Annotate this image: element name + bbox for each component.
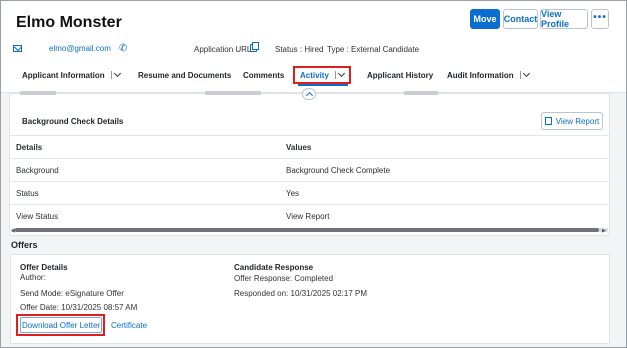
table-cell: Background [16,166,59,175]
scrollbar-thumb[interactable] [15,228,599,232]
table-cell: Background Check Complete [286,166,391,175]
offer-author: Author: [20,273,46,282]
table-cell: View Status [16,212,59,221]
view-report-button[interactable]: View Report [541,112,603,130]
offer-response: Offer Response: Completed [234,274,334,283]
clipped-text [404,91,438,95]
application-url-label: Application URL [194,45,252,54]
view-profile-button[interactable]: View Profile [540,9,588,29]
tab-applicant-history[interactable]: Applicant History [367,71,433,80]
table-cell: View Report [286,212,330,221]
highlight-box-activity [293,66,351,84]
column-header-values: Values [286,143,312,152]
responded-on: Responded on: 10/31/2025 02:17 PM [234,289,367,298]
background-check-title: Background Check Details [22,117,124,126]
status-text: Status : Hired [275,45,324,54]
type-text: Type : External Candidate [327,45,420,54]
table-row: Status Yes [10,181,609,204]
clipped-text [205,91,261,95]
offer-date: Offer Date: 10/31/2025 08:57 AM [20,303,138,312]
tab-comments[interactable]: Comments [243,71,284,80]
tab-label: Applicant Information [22,71,105,80]
scroll-left-icon[interactable]: ◀ [11,228,15,234]
candidate-response-heading: Candidate Response [234,263,314,272]
tab-audit-information[interactable]: Audit Information [447,69,530,80]
column-header-details: Details [16,143,43,152]
table-header-row: Details Values [10,135,609,158]
table-cell: Yes [286,189,300,198]
active-tab-indicator [298,84,348,86]
table-row: View Status View Report [10,204,609,227]
email-link[interactable]: elmo@gmail.com [49,44,111,53]
tab-label: Resume and Documents [138,71,232,80]
more-actions-button[interactable]: ••• [591,9,609,29]
mail-icon [13,45,22,52]
table-cell: Status [16,189,39,198]
more-icon: ••• [593,11,607,23]
chevron-down-icon [522,69,530,78]
offer-send-mode: Send Mode: eSignature Offer [20,289,124,298]
certificate-link[interactable]: Certificate [111,321,147,330]
contact-button[interactable]: Contact [503,9,538,29]
chevron-down-icon [113,69,121,78]
collapse-chevron-up-icon[interactable] [302,88,316,100]
candidate-name: Elmo Monster [16,14,122,31]
tab-label: Applicant History [367,71,434,80]
scroll-right-icon[interactable]: ▶ [602,228,606,234]
report-icon [544,117,552,125]
tab-applicant-information[interactable]: Applicant Information [22,69,121,80]
copy-icon[interactable] [250,42,259,52]
offers-section-title: Offers [11,240,38,250]
tab-resume-and-documents[interactable]: Resume and Documents [138,71,231,80]
highlight-box-download [16,314,105,336]
move-button[interactable]: Move [470,9,500,29]
offer-details-heading: Offer Details [20,263,68,272]
phone-icon[interactable]: ✆ [119,43,127,54]
tab-label: Comments [243,71,285,80]
table-row: Background Background Check Complete [10,158,609,181]
view-report-label: View Report [555,116,600,126]
tab-label: Audit Information [447,71,514,80]
clipped-text [20,91,56,95]
